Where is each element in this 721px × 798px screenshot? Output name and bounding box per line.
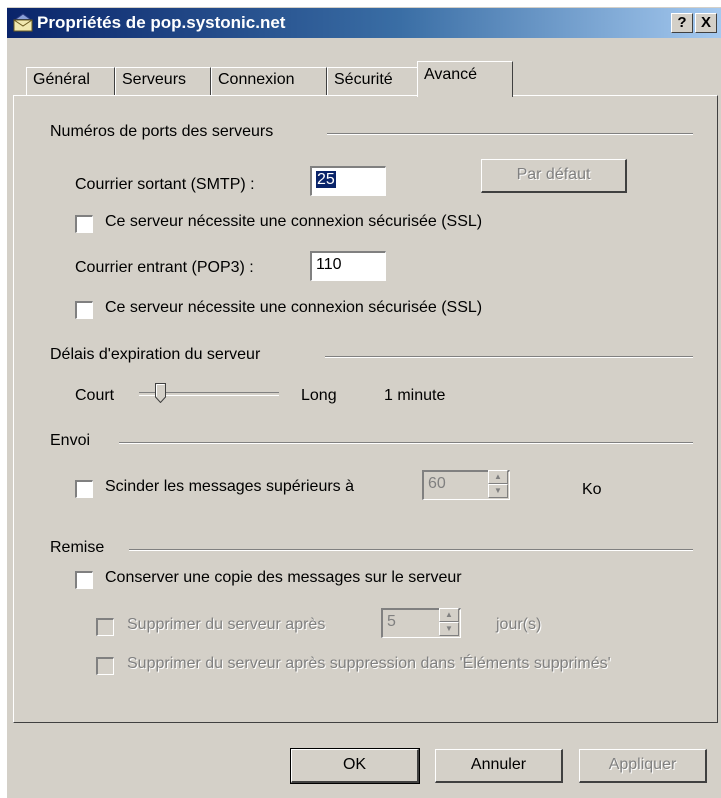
delivery-group-title: Remise <box>50 539 111 557</box>
delete-on-remove-label: Supprimer du serveur après suppression d… <box>127 655 611 672</box>
keep-copy-label: Conserver une copie des messages sur le … <box>105 569 462 586</box>
timeout-group-divider <box>325 356 693 358</box>
ssl-pop3-label: Ce serveur nécessite une connexion sécur… <box>105 299 483 316</box>
delete-after-days-value: 5 <box>387 613 396 630</box>
spin-down-icon[interactable]: ▼ <box>488 484 508 498</box>
delete-after-label: Supprimer du serveur après <box>127 616 326 633</box>
default-ports-label: Par défaut <box>516 166 591 183</box>
pop3-port-field[interactable]: 110 <box>310 251 386 281</box>
ssl-smtp-checkbox[interactable] <box>75 215 93 233</box>
tab-connection[interactable]: Connexion <box>211 67 327 95</box>
apply-button[interactable]: Appliquer <box>579 749 707 783</box>
timeout-value: 1 minute <box>384 387 446 404</box>
spin-up-icon[interactable]: ▲ <box>488 470 508 484</box>
ssl-pop3-checkbox[interactable] <box>75 301 93 319</box>
cancel-button[interactable]: Annuler <box>435 749 563 783</box>
split-size-value: 60 <box>428 475 446 492</box>
pop3-label: Courrier entrant (POP3) : <box>75 259 254 276</box>
mail-account-icon <box>13 13 33 32</box>
split-messages-label: Scinder les messages supérieurs à <box>105 478 355 495</box>
delete-after-spinner[interactable]: ▲ ▼ <box>439 608 459 638</box>
split-size-unit: Ko <box>582 481 602 498</box>
ports-group-title: Numéros de ports des serveurs <box>50 123 280 141</box>
delete-after-checkbox[interactable] <box>96 618 114 636</box>
properties-dialog: Propriétés de pop.systonic.net ? X Génér… <box>6 6 721 798</box>
close-button[interactable]: X <box>695 13 717 33</box>
timeout-slider-thumb[interactable] <box>155 383 166 403</box>
delete-on-remove-checkbox[interactable] <box>96 657 114 675</box>
tab-servers[interactable]: Serveurs <box>115 67 211 95</box>
spin-up-icon[interactable]: ▲ <box>439 608 459 622</box>
sending-group-title: Envoi <box>50 432 97 450</box>
apply-label: Appliquer <box>608 756 677 773</box>
keep-copy-checkbox[interactable] <box>75 571 93 589</box>
pop3-port-value: 110 <box>316 256 342 273</box>
split-size-spinner[interactable]: ▲ ▼ <box>488 470 508 500</box>
smtp-port-value: 25 <box>316 171 336 188</box>
delete-after-unit: jour(s) <box>496 616 542 633</box>
ssl-smtp-label: Ce serveur nécessite une connexion sécur… <box>105 213 483 230</box>
tab-advanced[interactable]: Avancé <box>417 61 513 97</box>
timeout-long-label: Long <box>301 387 337 404</box>
timeout-group-title: Délais d'expiration du serveur <box>50 346 267 364</box>
smtp-port-field[interactable]: 25 <box>310 166 386 196</box>
ports-group-divider <box>327 133 693 135</box>
spin-down-icon[interactable]: ▼ <box>439 622 459 636</box>
delivery-group-divider <box>129 549 693 551</box>
help-button[interactable]: ? <box>671 13 693 33</box>
title-bar[interactable]: Propriétés de pop.systonic.net ? X <box>7 8 721 38</box>
split-messages-checkbox[interactable] <box>75 480 93 498</box>
timeout-short-label: Court <box>75 387 115 404</box>
ok-button[interactable]: OK <box>290 748 420 784</box>
tab-security[interactable]: Sécurité <box>327 67 420 95</box>
window-title: Propriétés de pop.systonic.net <box>37 13 286 32</box>
default-ports-button: Par défaut <box>481 159 627 193</box>
sending-group-divider <box>119 442 693 444</box>
smtp-label: Courrier sortant (SMTP) : <box>75 176 255 193</box>
tab-general[interactable]: Général <box>26 67 115 95</box>
